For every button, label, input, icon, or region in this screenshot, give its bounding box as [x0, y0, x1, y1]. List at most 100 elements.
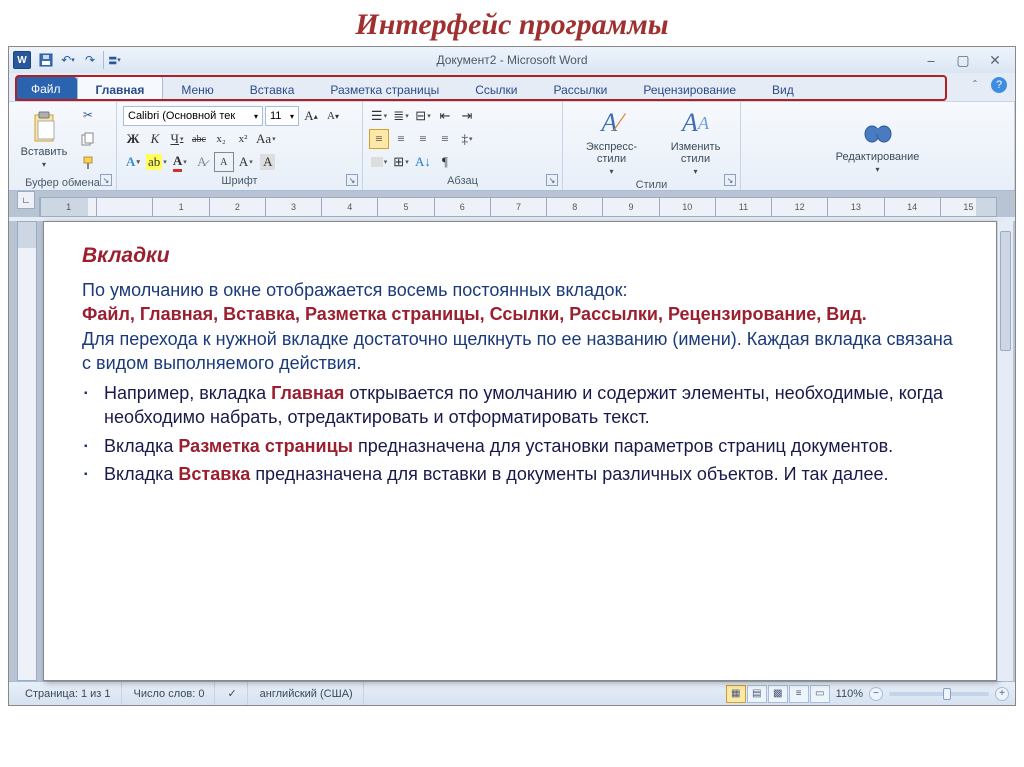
- print-layout-view-button[interactable]: ▦: [726, 685, 746, 703]
- bullets-button[interactable]: ☰▾: [369, 106, 389, 126]
- numbering-button[interactable]: ≣▾: [391, 106, 411, 126]
- sort-button[interactable]: A↓: [413, 152, 433, 172]
- strikethrough-button[interactable]: abc: [189, 129, 209, 149]
- zoom-slider-thumb[interactable]: [943, 688, 951, 700]
- cut-icon[interactable]: ✂: [77, 105, 99, 125]
- outline-view-button[interactable]: ≡: [789, 685, 809, 703]
- doc-heading: Вкладки: [82, 244, 958, 268]
- align-left-button[interactable]: ≡: [369, 129, 389, 149]
- increase-indent-button[interactable]: ⇥: [457, 106, 477, 126]
- copy-icon[interactable]: [77, 129, 99, 149]
- group-label-clipboard: Буфер обмена: [15, 175, 110, 192]
- draft-view-button[interactable]: ▭: [810, 685, 830, 703]
- slide-title: Интерфейс программы: [0, 0, 1024, 46]
- grow-font-button[interactable]: A▴: [301, 106, 321, 126]
- grow-a-button[interactable]: A▾: [236, 152, 256, 172]
- character-shading-button[interactable]: A: [258, 152, 278, 172]
- clear-formatting-button[interactable]: A̷: [192, 152, 212, 172]
- statusbar: Страница: 1 из 1 Число слов: 0 ✓ английс…: [9, 681, 1015, 705]
- close-icon[interactable]: ✕: [985, 51, 1005, 69]
- tab-page-layout[interactable]: Разметка страницы: [312, 77, 457, 101]
- tab-insert[interactable]: Вставка: [232, 77, 313, 101]
- tab-mailings[interactable]: Рассылки: [536, 77, 626, 101]
- tab-selector[interactable]: ∟: [17, 191, 35, 209]
- status-language[interactable]: английский (США): [250, 682, 364, 705]
- underline-button[interactable]: Ч▾: [167, 129, 187, 149]
- vertical-ruler[interactable]: [17, 221, 37, 681]
- font-dialog-launcher[interactable]: ↘: [346, 174, 358, 186]
- format-painter-icon[interactable]: [77, 153, 99, 173]
- doc-paragraph: По умолчанию в окне отображается восемь …: [82, 278, 958, 375]
- character-border-button[interactable]: A: [214, 152, 234, 172]
- tab-file[interactable]: Файл: [15, 77, 77, 101]
- maximize-icon[interactable]: ▢: [953, 51, 973, 69]
- borders-button[interactable]: ⊞▾: [391, 152, 411, 172]
- font-name-select[interactable]: Calibri (Основной тек▾: [123, 106, 263, 126]
- shrink-font-button[interactable]: A▾: [323, 106, 343, 126]
- document-page[interactable]: Вкладки По умолчанию в окне отображается…: [43, 221, 997, 681]
- qat-more-icon[interactable]: 〓▾: [103, 51, 121, 69]
- group-label-paragraph: Абзац: [369, 173, 556, 190]
- quick-access-toolbar: ↶▾ ↷ 〓▾: [37, 51, 121, 69]
- paragraph-dialog-launcher[interactable]: ↘: [546, 174, 558, 186]
- minimize-ribbon-icon[interactable]: ˆ: [967, 77, 983, 93]
- doc-list: Например, вкладка Главная открывается по…: [82, 381, 958, 486]
- binoculars-icon: [862, 117, 894, 149]
- bold-button[interactable]: Ж: [123, 129, 143, 149]
- scrollbar-thumb[interactable]: [1000, 231, 1011, 351]
- subscript-button[interactable]: x₂: [211, 129, 231, 149]
- tab-review[interactable]: Рецензирование: [625, 77, 754, 101]
- status-spellcheck[interactable]: ✓: [217, 682, 247, 705]
- tab-references[interactable]: Ссылки: [457, 77, 535, 101]
- zoom-level[interactable]: 110%: [836, 688, 863, 700]
- quick-styles-button[interactable]: A⁄ Экспресс-стили▾: [573, 105, 651, 177]
- zoom-out-button[interactable]: −: [869, 687, 883, 701]
- align-right-button[interactable]: ≡: [413, 129, 433, 149]
- quick-styles-icon: A⁄: [596, 107, 628, 139]
- change-styles-button[interactable]: AA Изменить стили▾: [661, 105, 731, 177]
- decrease-indent-button[interactable]: ⇤: [435, 106, 455, 126]
- editing-button[interactable]: Редактирование▾: [833, 115, 923, 175]
- change-case-button[interactable]: Aa▾: [255, 129, 277, 149]
- undo-icon[interactable]: ↶▾: [59, 51, 77, 69]
- tab-menu[interactable]: Меню: [163, 77, 231, 101]
- word-app-icon[interactable]: W: [13, 51, 31, 69]
- line-spacing-button[interactable]: ‡▾: [457, 129, 477, 149]
- show-marks-button[interactable]: ¶: [435, 152, 455, 172]
- help-icon[interactable]: ?: [991, 77, 1007, 93]
- redo-icon[interactable]: ↷: [81, 51, 99, 69]
- zoom-slider[interactable]: [889, 692, 989, 696]
- window-title: Документ2 - Microsoft Word: [9, 53, 1015, 67]
- change-styles-icon: AA: [680, 107, 712, 139]
- clipboard-dialog-launcher[interactable]: ↘: [100, 174, 112, 186]
- shading-button[interactable]: ▾: [369, 152, 389, 172]
- styles-dialog-launcher[interactable]: ↘: [724, 174, 736, 186]
- multilevel-button[interactable]: ⊟▾: [413, 106, 433, 126]
- group-label-font: Шрифт: [123, 173, 356, 190]
- paste-button[interactable]: Вставить▾: [15, 110, 73, 170]
- ribbon-group-styles: A⁄ Экспресс-стили▾ AA Изменить стили▾ Ст…: [563, 102, 741, 190]
- minimize-icon[interactable]: ⎯: [921, 51, 941, 69]
- tab-home[interactable]: Главная: [77, 76, 164, 101]
- vertical-scrollbar[interactable]: [997, 221, 1013, 681]
- ribbon-tabs: Файл Главная Меню Вставка Разметка стран…: [9, 73, 1015, 101]
- align-justify-button[interactable]: ≡: [435, 129, 455, 149]
- superscript-button[interactable]: x²: [233, 129, 253, 149]
- horizontal-ruler[interactable]: 1 12 34 56 78 910 1112 1314 15: [39, 197, 997, 217]
- status-page[interactable]: Страница: 1 из 1: [15, 682, 122, 705]
- align-center-button[interactable]: ≡: [391, 129, 411, 149]
- save-icon[interactable]: [37, 51, 55, 69]
- italic-button[interactable]: К: [145, 129, 165, 149]
- zoom-in-button[interactable]: +: [995, 687, 1009, 701]
- tab-view[interactable]: Вид: [754, 77, 812, 101]
- view-mode-buttons: ▦ ▤ ▩ ≡ ▭: [726, 685, 830, 703]
- web-view-button[interactable]: ▩: [768, 685, 788, 703]
- highlight-button[interactable]: ab▾: [145, 152, 168, 172]
- text-effects-button[interactable]: A▾: [123, 152, 143, 172]
- status-word-count[interactable]: Число слов: 0: [124, 682, 216, 705]
- font-color-button[interactable]: A▾: [170, 152, 190, 172]
- ribbon: Вставить▾ ✂ Буфер обмена ↘ Calibri (Осно…: [9, 101, 1015, 191]
- font-size-select[interactable]: 11▾: [265, 106, 299, 126]
- spellcheck-icon: ✓: [227, 687, 236, 700]
- reading-view-button[interactable]: ▤: [747, 685, 767, 703]
